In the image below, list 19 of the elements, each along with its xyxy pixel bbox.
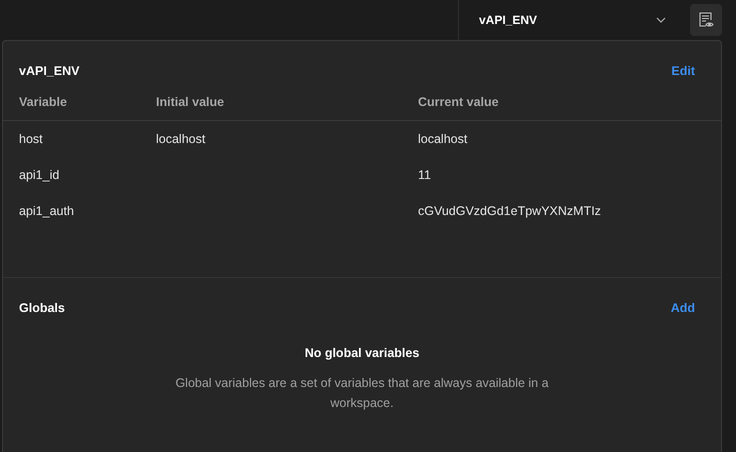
table-cell-text: localhost — [156, 130, 206, 148]
environment-title: vAPI_ENV — [19, 63, 80, 80]
table-cell-text: cGVudGVzdGd1eTpwYXNzMTIz — [418, 202, 602, 220]
table-cell-text: api1_auth — [19, 202, 75, 220]
table-cell-text: api1_id — [19, 166, 60, 184]
table-cell-text: localhost — [418, 130, 468, 148]
table-cell-text: host — [19, 130, 44, 148]
edit-link[interactable]: Edit — [671, 62, 695, 81]
environment-quick-look-button[interactable] — [690, 4, 722, 36]
document-eye-icon — [698, 12, 714, 28]
add-link[interactable]: Add — [670, 299, 695, 318]
empty-state-title: No global variables — [304, 345, 420, 362]
table-cell-text: 11 — [418, 166, 432, 184]
column-header: Initial value — [156, 94, 226, 112]
chevron-down-icon — [656, 17, 666, 23]
globals-title: Globals — [19, 300, 65, 318]
column-header: Variable — [19, 94, 68, 112]
empty-state-description: Global variables are a set of variables that are always available in a workspace. — [174, 374, 550, 412]
column-header: Current value — [418, 94, 500, 112]
